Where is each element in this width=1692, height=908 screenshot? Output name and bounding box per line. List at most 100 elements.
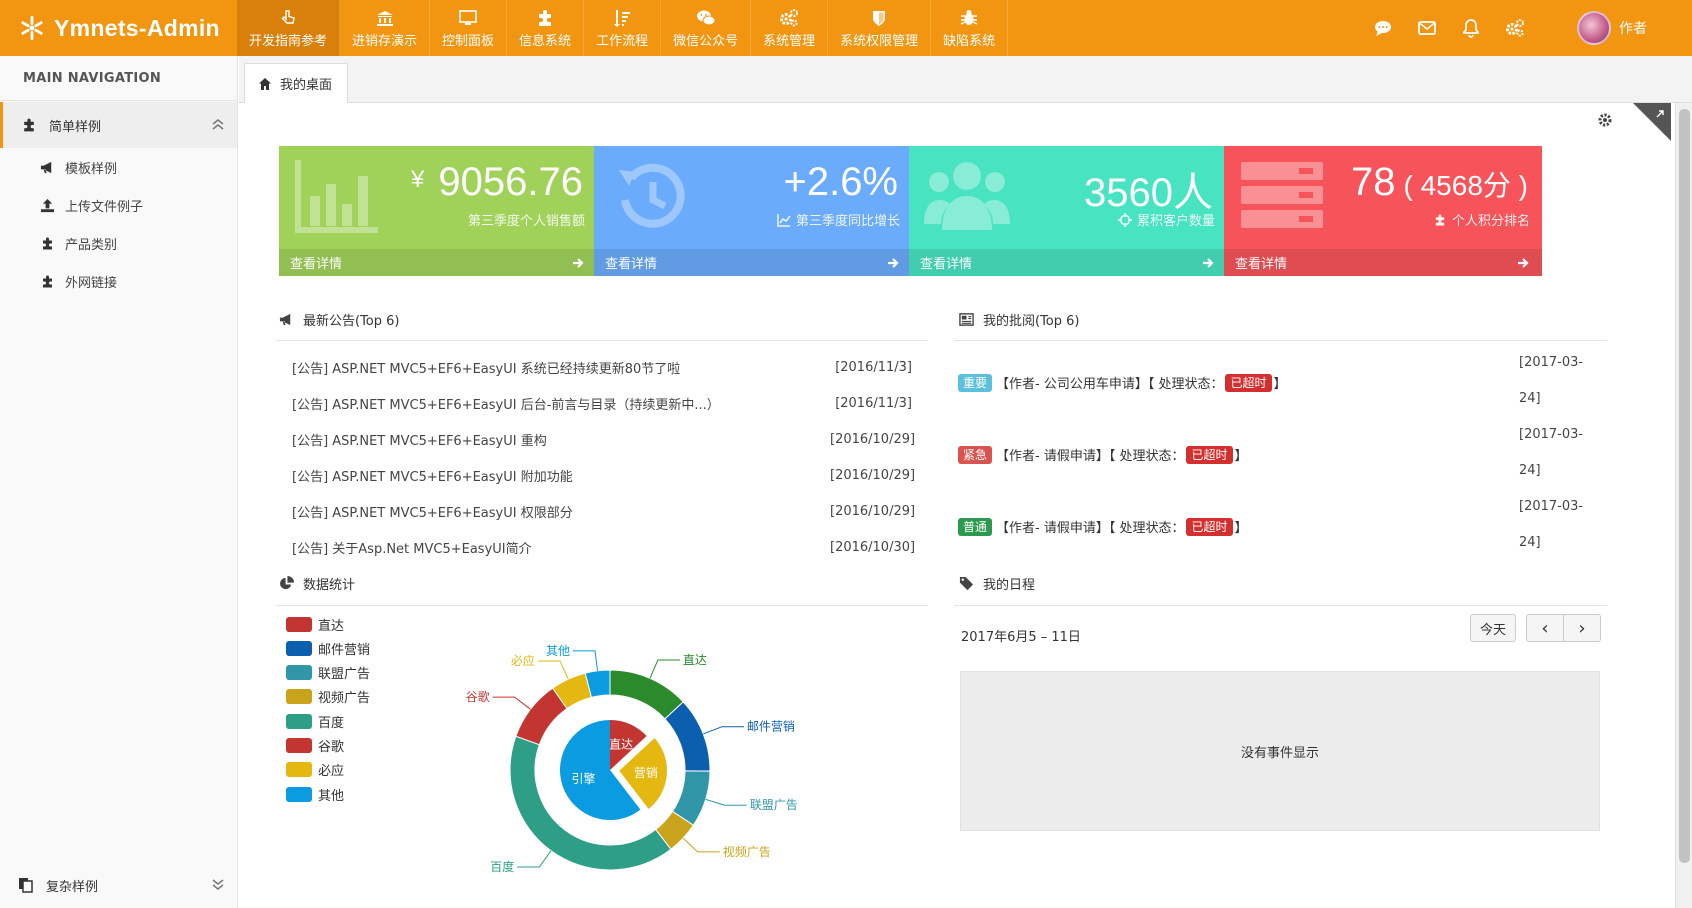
approval-date-cont: 24] xyxy=(1519,463,1541,478)
currency-symbol: ¥ xyxy=(411,166,425,193)
approvals-title: 我的批阅(Top 6) xyxy=(959,310,1080,329)
outer-label-line xyxy=(573,650,599,671)
approval-row[interactable]: 重要 【作者- 公司公用车申请】【 处理状态： 已超时 】 [2017-03- … xyxy=(958,349,1618,421)
approval-row[interactable]: 紧急 【作者- 请假申请】【 处理状态： 已超时 】 [2017-03- 24] xyxy=(958,421,1618,493)
sidebar-item-upload[interactable]: 上传文件例子 xyxy=(0,186,237,224)
stats-title: 数据统计 xyxy=(279,574,355,593)
legend-label: 视频广告 xyxy=(318,691,371,707)
topnav-label: 信息系统 xyxy=(519,33,572,49)
approval-text-end: 】 xyxy=(1234,521,1248,536)
gear-icon[interactable] xyxy=(1597,112,1613,128)
bullhorn-icon xyxy=(40,161,52,173)
shield-icon xyxy=(873,10,886,26)
copy-icon xyxy=(19,878,33,893)
schedule-title: 我的日程 xyxy=(959,574,1035,593)
sidebar-group-simple[interactable]: 简单样例 xyxy=(0,102,237,148)
stat-number: 3560人 xyxy=(1084,171,1213,215)
approval-date-cont: 24] xyxy=(1519,535,1541,550)
legend-item[interactable]: 谷歌 xyxy=(286,736,344,756)
scrollbar[interactable] xyxy=(1675,103,1692,908)
legend-item[interactable]: 必应 xyxy=(286,760,344,780)
sidebar-item-template[interactable]: 模板样例 xyxy=(0,148,237,186)
brand[interactable]: Ymnets-Admin xyxy=(0,0,237,56)
topnav-permissions[interactable]: 系统权限管理 xyxy=(828,0,932,56)
topnav-wechat[interactable]: 微信公众号 xyxy=(661,0,752,56)
comment-icon xyxy=(1375,21,1391,36)
announcement-row[interactable]: [公告] ASP.NET MVC5+EF6+EasyUI 权限部分 [2016/1… xyxy=(292,493,915,529)
legend-swatch xyxy=(286,616,312,632)
topnav-label: 系统管理 xyxy=(763,33,816,49)
priority-badge: 普通 xyxy=(958,517,993,536)
sidebar-item-product-category[interactable]: 产品类别 xyxy=(0,224,237,262)
stats-divider xyxy=(276,605,928,606)
outer-slice-label: 视频广告 xyxy=(723,844,771,859)
stat-desc-text: 第三季度同比增长 xyxy=(795,214,900,229)
announcement-row[interactable]: [公告] ASP.NET MVC5+EF6+EasyUI 重构 [2016/10/… xyxy=(292,421,915,457)
view-details-link[interactable]: 查看详情 xyxy=(1224,249,1542,276)
topnav-inventory[interactable]: 进销存演示 xyxy=(340,0,431,56)
approvals-title-text: 我的批阅(Top 6) xyxy=(983,314,1080,329)
legend-item[interactable]: 其他 xyxy=(286,784,344,804)
approval-text: 【作者- 请假申请】【 处理状态： xyxy=(996,449,1185,464)
fullscreen-corner-icon[interactable] xyxy=(1633,103,1671,141)
tab-home[interactable]: 我的桌面 xyxy=(244,63,348,103)
topnav-dashboard[interactable]: 控制面板 xyxy=(430,0,508,56)
tags-icon xyxy=(959,576,974,591)
prev-week-button[interactable]: ‹ xyxy=(1526,614,1564,642)
server-list-icon xyxy=(1241,162,1323,228)
donut-chart: 直达邮件营销联盟广告视频广告百度谷歌必应其他直达营销引擎 xyxy=(466,644,798,874)
upload-icon xyxy=(40,198,55,212)
inner-slice-label: 直达 xyxy=(609,737,633,751)
puzzle-icon xyxy=(539,9,552,26)
monitor-icon xyxy=(459,9,477,25)
legend-item[interactable]: 视频广告 xyxy=(286,687,370,707)
status-badge: 已超时 xyxy=(1225,373,1272,392)
status-badge: 已超时 xyxy=(1186,445,1233,464)
announcement-row[interactable]: [公告] ASP.NET MVC5+EF6+EasyUI 后台-前言与目录（持续… xyxy=(292,385,912,421)
schedule-title-text: 我的日程 xyxy=(983,578,1036,593)
inner-slice-label: 引擎 xyxy=(571,771,595,786)
user-menu[interactable]: 作者 xyxy=(1537,11,1692,45)
approval-row[interactable]: 普通 【作者- 请假申请】【 处理状态： 已超时 】 [2017-03- 24] xyxy=(958,493,1618,565)
topnav-dev-guide[interactable]: 开发指南参考 xyxy=(237,0,341,56)
announcement-row[interactable]: [公告] ASP.NET MVC5+EF6+EasyUI 系统已经持续更新80节… xyxy=(292,349,912,385)
settings-button[interactable] xyxy=(1493,0,1537,56)
no-events-text: 没有事件显示 xyxy=(1240,745,1319,761)
sidebar-group-complex[interactable]: 复杂样例 xyxy=(0,862,237,908)
sidebar-group-label: 简单样例 xyxy=(49,119,102,135)
announcement-row[interactable]: [公告] 关于Asp.Net MVC5+EasyUI简介 [2016/10/30] xyxy=(292,529,915,565)
legend-item[interactable]: 百度 xyxy=(286,711,344,731)
legend-item[interactable]: 直达 xyxy=(286,614,344,634)
notifications-button[interactable] xyxy=(1449,0,1493,56)
puzzle-icon xyxy=(43,275,52,287)
outer-label-line xyxy=(682,837,720,853)
topnav-bugs[interactable]: 缺陷系统 xyxy=(931,0,1009,56)
stat-number: 78 xyxy=(1351,160,1396,204)
topnav-system-admin[interactable]: 系统管理 xyxy=(751,0,829,56)
today-button[interactable]: 今天 xyxy=(1470,614,1516,642)
arrow-right-icon xyxy=(573,258,584,268)
announcements-divider xyxy=(276,340,928,341)
scrollbar-thumb[interactable] xyxy=(1679,109,1690,863)
crosshair-icon xyxy=(1117,212,1132,227)
outer-slice[interactable] xyxy=(664,701,711,772)
priority-badge: 紧急 xyxy=(958,445,993,464)
history-icon xyxy=(619,163,685,228)
legend-item[interactable]: 邮件营销 xyxy=(286,638,370,658)
view-details-link[interactable]: 查看详情 xyxy=(594,249,912,276)
announcement-row[interactable]: [公告] ASP.NET MVC5+EF6+EasyUI 附加功能 [2016/1… xyxy=(292,457,915,493)
sidebar-item-external-link[interactable]: 外网链接 xyxy=(0,262,237,300)
next-week-button[interactable]: › xyxy=(1563,614,1601,642)
view-details-link[interactable]: 查看详情 xyxy=(279,249,597,276)
header-actions: 作者 xyxy=(1361,0,1692,56)
users-icon xyxy=(924,162,1010,230)
approval-text: 【作者- 公司公用车申请】【 处理状态： xyxy=(996,377,1224,392)
chevron-double-down-icon xyxy=(212,879,224,890)
topnav-info-system[interactable]: 信息系统 xyxy=(507,0,585,56)
view-details-label: 查看详情 xyxy=(1235,257,1288,272)
topnav-workflow[interactable]: 工作流程 xyxy=(584,0,662,56)
view-details-link[interactable]: 查看详情 xyxy=(909,249,1227,276)
mail-button[interactable] xyxy=(1405,0,1449,56)
messages-button[interactable] xyxy=(1361,0,1405,56)
legend-item[interactable]: 联盟广告 xyxy=(286,663,370,683)
